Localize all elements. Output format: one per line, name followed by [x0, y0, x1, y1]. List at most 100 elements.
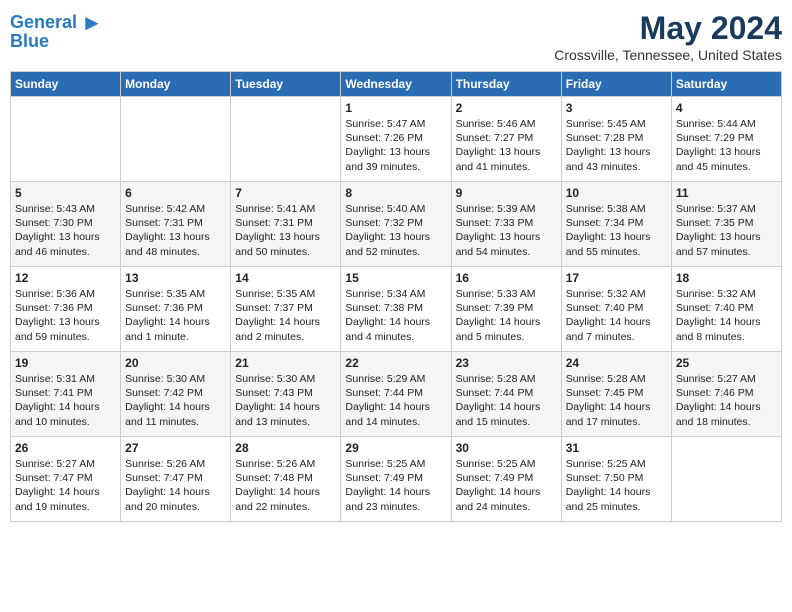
day-number: 13	[125, 271, 226, 285]
day-number: 14	[235, 271, 336, 285]
day-info: Sunrise: 5:37 AM Sunset: 7:35 PM Dayligh…	[676, 202, 777, 259]
day-info: Sunrise: 5:30 AM Sunset: 7:43 PM Dayligh…	[235, 372, 336, 429]
calendar-cell: 11 Sunrise: 5:37 AM Sunset: 7:35 PM Dayli…	[671, 182, 781, 267]
logo-blue-text: Blue	[10, 32, 49, 52]
day-info: Sunrise: 5:39 AM Sunset: 7:33 PM Dayligh…	[456, 202, 557, 259]
calendar-cell: 24Sunrise: 5:28 AM Sunset: 7:45 PM Dayli…	[561, 352, 671, 437]
day-number: 7	[235, 186, 336, 200]
day-info: Sunrise: 5:26 AM Sunset: 7:47 PM Dayligh…	[125, 457, 226, 514]
calendar-cell: 2 Sunrise: 5:46 AM Sunset: 7:27 PM Daylig…	[451, 97, 561, 182]
day-number: 18	[676, 271, 777, 285]
calendar-cell: 1 Sunrise: 5:47 AM Sunset: 7:26 PM Daylig…	[341, 97, 451, 182]
calendar-cell: 3 Sunrise: 5:45 AM Sunset: 7:28 PM Daylig…	[561, 97, 671, 182]
calendar-cell	[11, 97, 121, 182]
day-number: 15	[345, 271, 446, 285]
day-info: Sunrise: 5:44 AM Sunset: 7:29 PM Dayligh…	[676, 117, 777, 174]
calendar-cell	[121, 97, 231, 182]
day-info: Sunrise: 5:25 AM Sunset: 7:49 PM Dayligh…	[456, 457, 557, 514]
day-info: Sunrise: 5:35 AM Sunset: 7:36 PM Dayligh…	[125, 287, 226, 344]
day-info: Sunrise: 5:38 AM Sunset: 7:34 PM Dayligh…	[566, 202, 667, 259]
header-friday: Friday	[561, 72, 671, 97]
header-monday: Monday	[121, 72, 231, 97]
calendar-cell: 25 Sunrise: 5:27 AM Sunset: 7:46 PM Dayli…	[671, 352, 781, 437]
calendar-cell: 10 Sunrise: 5:38 AM Sunset: 7:34 PM Dayli…	[561, 182, 671, 267]
day-info: Sunrise: 5:46 AM Sunset: 7:27 PM Dayligh…	[456, 117, 557, 174]
header-thursday: Thursday	[451, 72, 561, 97]
day-info: Sunrise: 5:45 AM Sunset: 7:28 PM Dayligh…	[566, 117, 667, 174]
day-info: Sunrise: 5:27 AM Sunset: 7:46 PM Dayligh…	[676, 372, 777, 429]
logo: General ► Blue	[10, 10, 103, 52]
header-tuesday: Tuesday	[231, 72, 341, 97]
day-number: 29	[345, 441, 446, 455]
day-number: 26	[15, 441, 116, 455]
day-number: 21	[235, 356, 336, 370]
calendar-cell: 6 Sunrise: 5:42 AM Sunset: 7:31 PM Daylig…	[121, 182, 231, 267]
week-row-2: 5 Sunrise: 5:43 AM Sunset: 7:30 PM Daylig…	[11, 182, 782, 267]
day-number: 1	[345, 101, 446, 115]
calendar-cell: 26Sunrise: 5:27 AM Sunset: 7:47 PM Dayli…	[11, 437, 121, 522]
day-number: 2	[456, 101, 557, 115]
day-number: 11	[676, 186, 777, 200]
calendar-cell: 7Sunrise: 5:41 AM Sunset: 7:31 PM Daylig…	[231, 182, 341, 267]
day-number: 9	[456, 186, 557, 200]
day-info: Sunrise: 5:43 AM Sunset: 7:30 PM Dayligh…	[15, 202, 116, 259]
day-number: 10	[566, 186, 667, 200]
day-info: Sunrise: 5:36 AM Sunset: 7:36 PM Dayligh…	[15, 287, 116, 344]
logo-arrow-icon: ►	[81, 10, 103, 36]
day-info: Sunrise: 5:40 AM Sunset: 7:32 PM Dayligh…	[345, 202, 446, 259]
day-info: Sunrise: 5:25 AM Sunset: 7:49 PM Dayligh…	[345, 457, 446, 514]
month-title: May 2024	[554, 10, 782, 47]
week-row-4: 19Sunrise: 5:31 AM Sunset: 7:41 PM Dayli…	[11, 352, 782, 437]
day-info: Sunrise: 5:25 AM Sunset: 7:50 PM Dayligh…	[566, 457, 667, 514]
day-info: Sunrise: 5:28 AM Sunset: 7:44 PM Dayligh…	[456, 372, 557, 429]
day-number: 3	[566, 101, 667, 115]
day-info: Sunrise: 5:42 AM Sunset: 7:31 PM Dayligh…	[125, 202, 226, 259]
day-number: 20	[125, 356, 226, 370]
calendar-cell: 29 Sunrise: 5:25 AM Sunset: 7:49 PM Dayli…	[341, 437, 451, 522]
header-wednesday: Wednesday	[341, 72, 451, 97]
day-number: 16	[456, 271, 557, 285]
day-number: 30	[456, 441, 557, 455]
day-number: 6	[125, 186, 226, 200]
day-number: 22	[345, 356, 446, 370]
calendar-cell: 15 Sunrise: 5:34 AM Sunset: 7:38 PM Dayli…	[341, 267, 451, 352]
day-number: 19	[15, 356, 116, 370]
day-info: Sunrise: 5:26 AM Sunset: 7:48 PM Dayligh…	[235, 457, 336, 514]
day-number: 17	[566, 271, 667, 285]
header-sunday: Sunday	[11, 72, 121, 97]
day-info: Sunrise: 5:47 AM Sunset: 7:26 PM Dayligh…	[345, 117, 446, 174]
calendar-cell: 19Sunrise: 5:31 AM Sunset: 7:41 PM Dayli…	[11, 352, 121, 437]
calendar-cell: 21 Sunrise: 5:30 AM Sunset: 7:43 PM Dayli…	[231, 352, 341, 437]
week-row-1: 1 Sunrise: 5:47 AM Sunset: 7:26 PM Daylig…	[11, 97, 782, 182]
calendar-cell: 31Sunrise: 5:25 AM Sunset: 7:50 PM Dayli…	[561, 437, 671, 522]
calendar-cell: 4 Sunrise: 5:44 AM Sunset: 7:29 PM Daylig…	[671, 97, 781, 182]
day-number: 24	[566, 356, 667, 370]
calendar-cell: 8 Sunrise: 5:40 AM Sunset: 7:32 PM Daylig…	[341, 182, 451, 267]
calendar-cell: 27 Sunrise: 5:26 AM Sunset: 7:47 PM Dayli…	[121, 437, 231, 522]
calendar-cell: 9 Sunrise: 5:39 AM Sunset: 7:33 PM Daylig…	[451, 182, 561, 267]
day-number: 4	[676, 101, 777, 115]
calendar-cell: 30 Sunrise: 5:25 AM Sunset: 7:49 PM Dayli…	[451, 437, 561, 522]
page-header: General ► Blue May 2024 Crossville, Tenn…	[10, 10, 782, 63]
day-number: 12	[15, 271, 116, 285]
day-number: 28	[235, 441, 336, 455]
calendar-cell: 14 Sunrise: 5:35 AM Sunset: 7:37 PM Dayli…	[231, 267, 341, 352]
location: Crossville, Tennessee, United States	[554, 47, 782, 63]
calendar-table: SundayMondayTuesdayWednesdayThursdayFrid…	[10, 71, 782, 522]
day-number: 25	[676, 356, 777, 370]
calendar-cell: 20Sunrise: 5:30 AM Sunset: 7:42 PM Dayli…	[121, 352, 231, 437]
calendar-cell	[231, 97, 341, 182]
calendar-cell: 5 Sunrise: 5:43 AM Sunset: 7:30 PM Daylig…	[11, 182, 121, 267]
day-number: 5	[15, 186, 116, 200]
calendar-cell: 13 Sunrise: 5:35 AM Sunset: 7:36 PM Dayli…	[121, 267, 231, 352]
logo-text: General	[10, 13, 77, 33]
day-info: Sunrise: 5:29 AM Sunset: 7:44 PM Dayligh…	[345, 372, 446, 429]
calendar-cell: 17Sunrise: 5:32 AM Sunset: 7:40 PM Dayli…	[561, 267, 671, 352]
day-info: Sunrise: 5:34 AM Sunset: 7:38 PM Dayligh…	[345, 287, 446, 344]
day-number: 8	[345, 186, 446, 200]
day-number: 27	[125, 441, 226, 455]
day-info: Sunrise: 5:35 AM Sunset: 7:37 PM Dayligh…	[235, 287, 336, 344]
day-info: Sunrise: 5:32 AM Sunset: 7:40 PM Dayligh…	[676, 287, 777, 344]
week-row-3: 12 Sunrise: 5:36 AM Sunset: 7:36 PM Dayli…	[11, 267, 782, 352]
header-saturday: Saturday	[671, 72, 781, 97]
